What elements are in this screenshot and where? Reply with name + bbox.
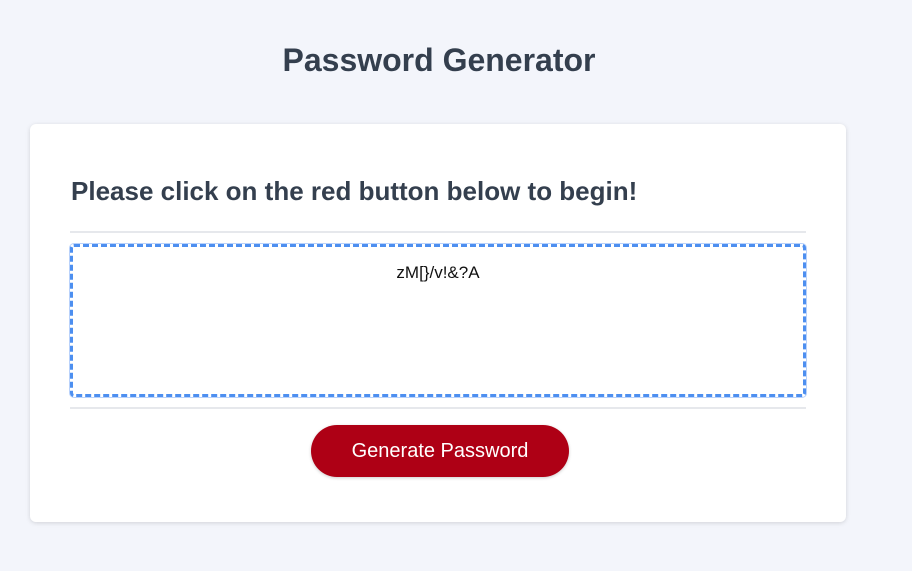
page-title: Password Generator: [282, 42, 596, 78]
top-divider: [70, 231, 806, 233]
card-heading: Please click on the red button below to …: [71, 176, 638, 206]
generate-password-button[interactable]: Generate Password: [311, 425, 569, 477]
password-card: Please click on the red button below to …: [30, 124, 846, 522]
password-output[interactable]: zM[}/v!&?A: [70, 244, 806, 397]
bottom-divider: [70, 407, 806, 409]
